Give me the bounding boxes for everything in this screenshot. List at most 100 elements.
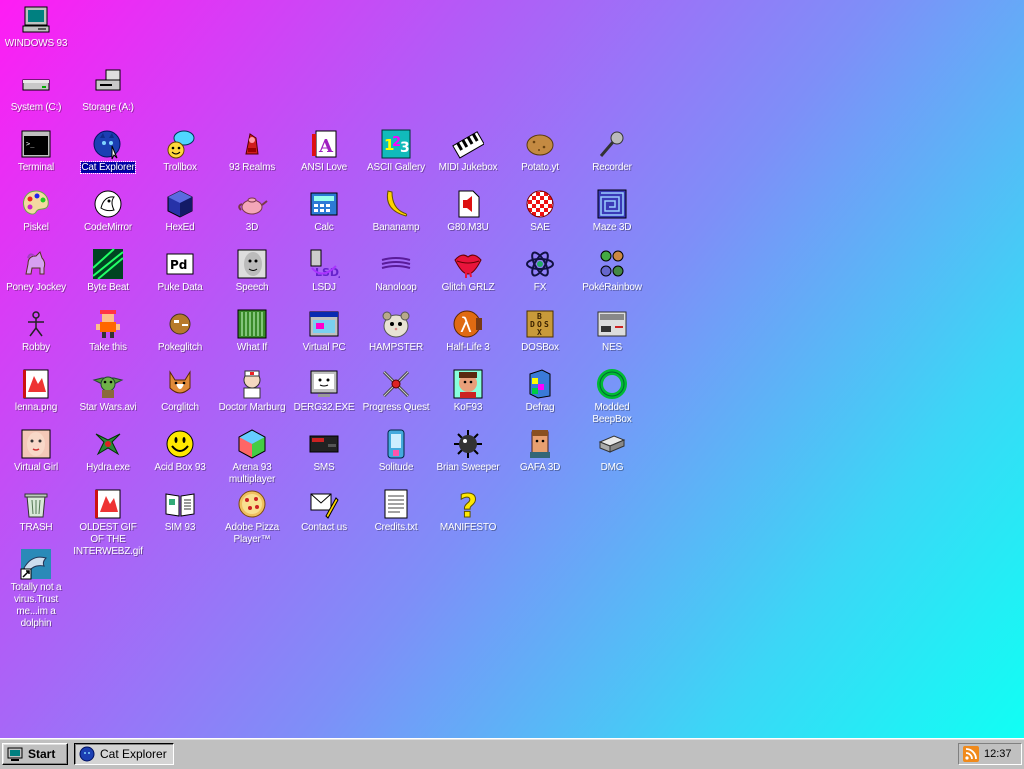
desktop-icon-virtualpc[interactable]: Virtual PC	[288, 306, 360, 366]
microphone-icon	[596, 128, 628, 160]
desktop-icon-adobepizza[interactable]: Adobe Pizza Player™	[216, 486, 288, 546]
icon-label: Cat Explorer	[80, 161, 136, 174]
desktop-icon-dosbox[interactable]: BDOSX DOSBox	[504, 306, 576, 366]
desktop-icon-sms[interactable]: SMS	[288, 426, 360, 486]
desktop-icon-speech[interactable]: Speech	[216, 246, 288, 306]
desktop-icon-sim93[interactable]: SIM 93	[144, 486, 216, 546]
icon-label: MIDI Jukebox	[438, 162, 498, 173]
desktop-icon-nes[interactable]: NES	[576, 306, 648, 366]
start-button[interactable]: Start	[2, 743, 68, 765]
desktop-icon-corglitch[interactable]: Corglitch	[144, 366, 216, 426]
desktop-icon-defrag[interactable]: Defrag	[504, 366, 576, 426]
icon-label: NES	[602, 342, 622, 353]
desktop-icon-dolphin[interactable]: Totally not a virus.Trust me...im a dolp…	[0, 546, 72, 629]
icon-label: Star Wars.avi	[79, 402, 137, 413]
svg-text:S: S	[544, 320, 549, 329]
icon-label: Progress Quest	[362, 402, 430, 413]
desktop-icon-ascii-gallery[interactable]: 123 ASCII Gallery	[360, 126, 432, 186]
desktop-icon-kof93[interactable]: KoF93	[432, 366, 504, 426]
desktop-icon-progressquest[interactable]: Progress Quest	[360, 366, 432, 426]
desktop-icon-arena93[interactable]: Arena 93 multiplayer	[216, 426, 288, 486]
desktop-icon-pokerainbow[interactable]: PokéRainbow	[576, 246, 648, 306]
desktop-icon-cat-explorer[interactable]: Cat Explorer	[72, 126, 144, 186]
desktop-icon-acidbox[interactable]: Acid Box 93	[144, 426, 216, 486]
desktop-icon-doctor[interactable]: Doctor Marburg	[216, 366, 288, 426]
bytebeat-icon	[92, 248, 124, 280]
desktop-icon-manifesto[interactable]: ? MANIFESTO	[432, 486, 504, 546]
desktop-icon-solitude[interactable]: Solitude	[360, 426, 432, 486]
desktop-icon-93-realms[interactable]: 93 Realms	[216, 126, 288, 186]
desktop-icon-gafa3d[interactable]: GAFA 3D	[504, 426, 576, 486]
desktop-icon-trollbox[interactable]: Trollbox	[144, 126, 216, 186]
desktop-icon-maze3d[interactable]: Maze 3D	[576, 186, 648, 246]
pd-icon: Pd	[164, 248, 196, 280]
icon-label: Speech	[235, 282, 269, 293]
desktop-icon-lsdj[interactable]: LSDJ LSDJ	[288, 246, 360, 306]
desktop-icon-takethis[interactable]: Take this	[72, 306, 144, 366]
desktop-icon-hydra[interactable]: Hydra.exe	[72, 426, 144, 486]
icon-label: Doctor Marburg	[218, 402, 286, 413]
desktop-icon-lenna[interactable]: lenna.png	[0, 366, 72, 426]
clock[interactable]: 12:37	[984, 748, 1012, 760]
desktop-icon-sae[interactable]: SAE	[504, 186, 576, 246]
desktop-icon-3d[interactable]: 3D	[216, 186, 288, 246]
desktop-icon-beepbox[interactable]: Modded BeepBox	[576, 366, 648, 426]
desktop-icon-briansweeper[interactable]: Brian Sweeper	[432, 426, 504, 486]
defrag-icon	[524, 368, 556, 400]
svg-text:>_: >_	[26, 140, 35, 148]
desktop-icon-credits[interactable]: Credits.txt	[360, 486, 432, 546]
desktop-icon-hampster[interactable]: HAMPSTER	[360, 306, 432, 366]
desktop-icon-whatif[interactable]: What If	[216, 306, 288, 366]
desktop-icon-potato[interactable]: Potato.yt	[504, 126, 576, 186]
desktop-icon-nanoloop[interactable]: Nanoloop	[360, 246, 432, 306]
icon-label: Contact us	[301, 522, 347, 533]
dolphin-shortcut-icon	[20, 548, 52, 580]
desktop-icon-poney[interactable]: Poney Jockey	[0, 246, 72, 306]
desktop-icon-starwars[interactable]: Star Wars.avi	[72, 366, 144, 426]
icon-label: Piskel	[23, 222, 49, 233]
desktop-icon-codemirror[interactable]: CodeMirror	[72, 186, 144, 246]
desktop-icon-storage[interactable]: Storage (A:)	[72, 66, 144, 126]
fighter-portrait-icon	[452, 368, 484, 400]
text-file-icon	[380, 488, 412, 520]
desktop-icon-calc[interactable]: Calc	[288, 186, 360, 246]
piano-keys-icon	[452, 128, 484, 160]
desktop-icon-hexed[interactable]: HexEd	[144, 186, 216, 246]
desktop-icon-robby[interactable]: Robby	[0, 306, 72, 366]
desktop-icon-piskel[interactable]: Piskel	[0, 186, 72, 246]
cube-icon	[236, 428, 268, 460]
desktop-icon-derg32[interactable]: DERG32.EXE	[288, 366, 360, 426]
desktop-icon-system[interactable]: System (C:)	[0, 66, 72, 126]
desktop-icon-glitchgrlz[interactable]: Glitch GRLZ	[432, 246, 504, 306]
desktop-icon-midi-jukebox[interactable]: MIDI Jukebox	[432, 126, 504, 186]
rss-icon[interactable]	[963, 746, 979, 762]
desktop-icon-virtualgirl[interactable]: Virtual Girl	[0, 426, 72, 486]
taskbar-item-cat-explorer[interactable]: Cat Explorer	[74, 743, 174, 765]
desktop-icon-terminal[interactable]: >_ Terminal	[0, 126, 72, 186]
desktop-icon-contactus[interactable]: Contact us	[288, 486, 360, 546]
solitude-icon	[380, 428, 412, 460]
desktop-icon-oldestgif[interactable]: OLDEST GIF OF THE INTERWEBZ.gif	[72, 486, 144, 557]
icon-label: Take this	[89, 342, 127, 353]
desktop[interactable]: WINDOWS 93 System (C:) Storage (A:) >_ T…	[0, 0, 1024, 738]
teapot-icon	[236, 188, 268, 220]
maze-icon	[596, 188, 628, 220]
letter-a-icon: A	[308, 128, 340, 160]
desktop-icon-bytebeat[interactable]: Byte Beat	[72, 246, 144, 306]
desktop-icon-ansi-love[interactable]: A ANSI Love	[288, 126, 360, 186]
icon-label: GAFA 3D	[519, 462, 561, 473]
desktop-icon-pukedata[interactable]: Pd Puke Data	[144, 246, 216, 306]
start-logo-icon	[7, 746, 23, 762]
icon-label: DOSBox	[521, 342, 559, 353]
desktop-icon-halflife3[interactable]: λ Half-Life 3	[432, 306, 504, 366]
desktop-icon-fx[interactable]: FX	[504, 246, 576, 306]
desktop-icon-dmg[interactable]: DMG	[576, 426, 648, 486]
svg-text:D: D	[530, 320, 535, 329]
desktop-icon-trash[interactable]: TRASH	[0, 486, 72, 546]
desktop-icon-bananamp[interactable]: Bananamp	[360, 186, 432, 246]
icon-label: Corglitch	[161, 402, 199, 413]
desktop-icon-g80m3u[interactable]: G80.M3U	[432, 186, 504, 246]
desktop-icon-windows93[interactable]: WINDOWS 93	[0, 2, 72, 62]
desktop-icon-pokeglitch[interactable]: Pokeglitch	[144, 306, 216, 366]
desktop-icon-recorder[interactable]: Recorder	[576, 126, 648, 186]
